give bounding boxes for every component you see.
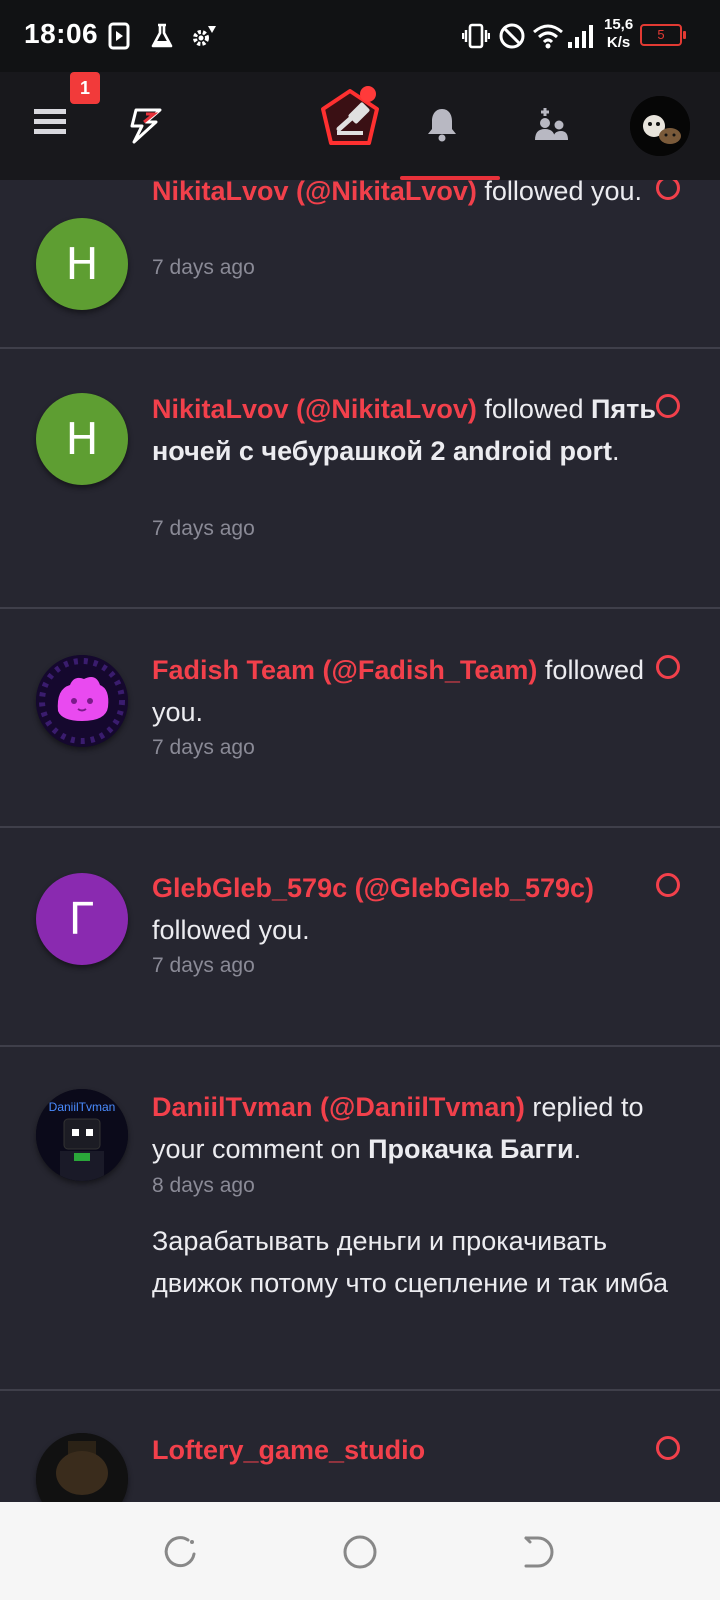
notification-time: 7 days ago (152, 517, 255, 540)
notification-text: Fadish Team (@Fadish_Team) followed you. (152, 655, 644, 727)
avatar[interactable]: Г (36, 873, 128, 965)
user-link[interactable]: GlebGleb_579c (@GlebGleb_579c) (152, 873, 594, 903)
active-tab-indicator (400, 176, 500, 180)
do-not-disturb-icon (499, 23, 525, 49)
avatar-caption: DaniilTvman (49, 1100, 116, 1114)
user-link[interactable]: Fadish Team (@Fadish_Team) (152, 655, 537, 685)
unread-indicator[interactable] (656, 1436, 680, 1460)
settings-sync-icon (193, 26, 216, 46)
notification-time: 7 days ago (152, 736, 255, 759)
moderation-dot (360, 86, 376, 102)
notifications-tab[interactable] (414, 96, 470, 152)
daniiltvman-avatar-image: DaniilTvman (36, 1089, 128, 1181)
add-friends-icon (535, 108, 568, 140)
avatar[interactable] (36, 655, 128, 747)
notification-item[interactable]: Г GlebGleb_579c (@GlebGleb_579c) followe… (0, 828, 720, 1047)
flask-icon (151, 23, 173, 48)
notification-time: 8 days ago (152, 1174, 255, 1197)
profile-avatar[interactable] (630, 96, 690, 156)
menu-button[interactable] (22, 94, 78, 150)
app-header: 1 (0, 72, 720, 180)
friends-button[interactable] (518, 96, 582, 152)
user-link[interactable]: NikitaLvov (@NikitaLvov) (152, 394, 477, 424)
signal-icon (568, 25, 593, 48)
unread-indicator[interactable] (656, 873, 680, 897)
avatar[interactable]: DaniilTvman (36, 1089, 128, 1181)
profile-avatar-image (630, 96, 690, 156)
user-link[interactable]: Loftery_game_studio (152, 1435, 425, 1465)
notification-text: DaniilTvman (@DaniilTvman) replied to yo… (152, 1092, 644, 1164)
bell-icon (428, 109, 456, 142)
notification-text: Loftery_game_studio (152, 1429, 662, 1471)
hamburger-icon (34, 109, 66, 134)
notification-item[interactable]: DaniilTvman DaniilTvman (@DaniilTvman) r… (0, 1047, 720, 1391)
recent-apps-icon[interactable] (160, 1532, 200, 1572)
notification-item[interactable]: Fadish Team (@Fadish_Team) followed you.… (0, 609, 720, 828)
user-link[interactable]: DaniilTvman (@DaniilTvman) (152, 1092, 525, 1122)
status-time: 18:06 (24, 18, 99, 49)
lightning-logo-icon (130, 108, 162, 144)
system-navigation-bar (0, 1502, 720, 1600)
avatar[interactable]: Н (36, 393, 128, 485)
fadish-team-avatar-image (36, 655, 128, 747)
status-bar: 18:06 15,6 K/s 5 (0, 0, 720, 72)
battery-icon: 5 (640, 24, 686, 46)
home-icon[interactable] (340, 1532, 380, 1572)
wifi-icon (533, 24, 563, 49)
moderation-button[interactable] (312, 82, 388, 158)
notification-text: GlebGleb_579c (@GlebGleb_579c) followed … (152, 873, 595, 945)
notification-text: NikitaLvov (@NikitaLvov) followed Пять н… (152, 394, 656, 466)
user-link[interactable]: NikitaLvov (@NikitaLvov) (152, 176, 477, 206)
back-icon[interactable] (518, 1532, 558, 1572)
unread-indicator[interactable] (656, 655, 680, 679)
notification-time: 7 days ago (152, 256, 255, 279)
vibrate-icon (462, 23, 490, 49)
notification-item[interactable]: Н NikitaLvov (@NikitaLvov) followed Пять… (0, 349, 720, 609)
notification-time: 7 days ago (152, 954, 255, 977)
comment-body: Зарабатывать деньги и прокачивать движок… (152, 1226, 668, 1298)
logo-button[interactable] (118, 96, 174, 152)
unread-indicator[interactable] (656, 394, 680, 418)
post-link[interactable]: Прокачка Багги (368, 1134, 573, 1164)
avatar[interactable]: Н (36, 218, 128, 310)
network-speed: 15,6 K/s (604, 16, 634, 51)
menu-notification-badge: 1 (70, 72, 100, 104)
media-player-icon (108, 22, 130, 50)
